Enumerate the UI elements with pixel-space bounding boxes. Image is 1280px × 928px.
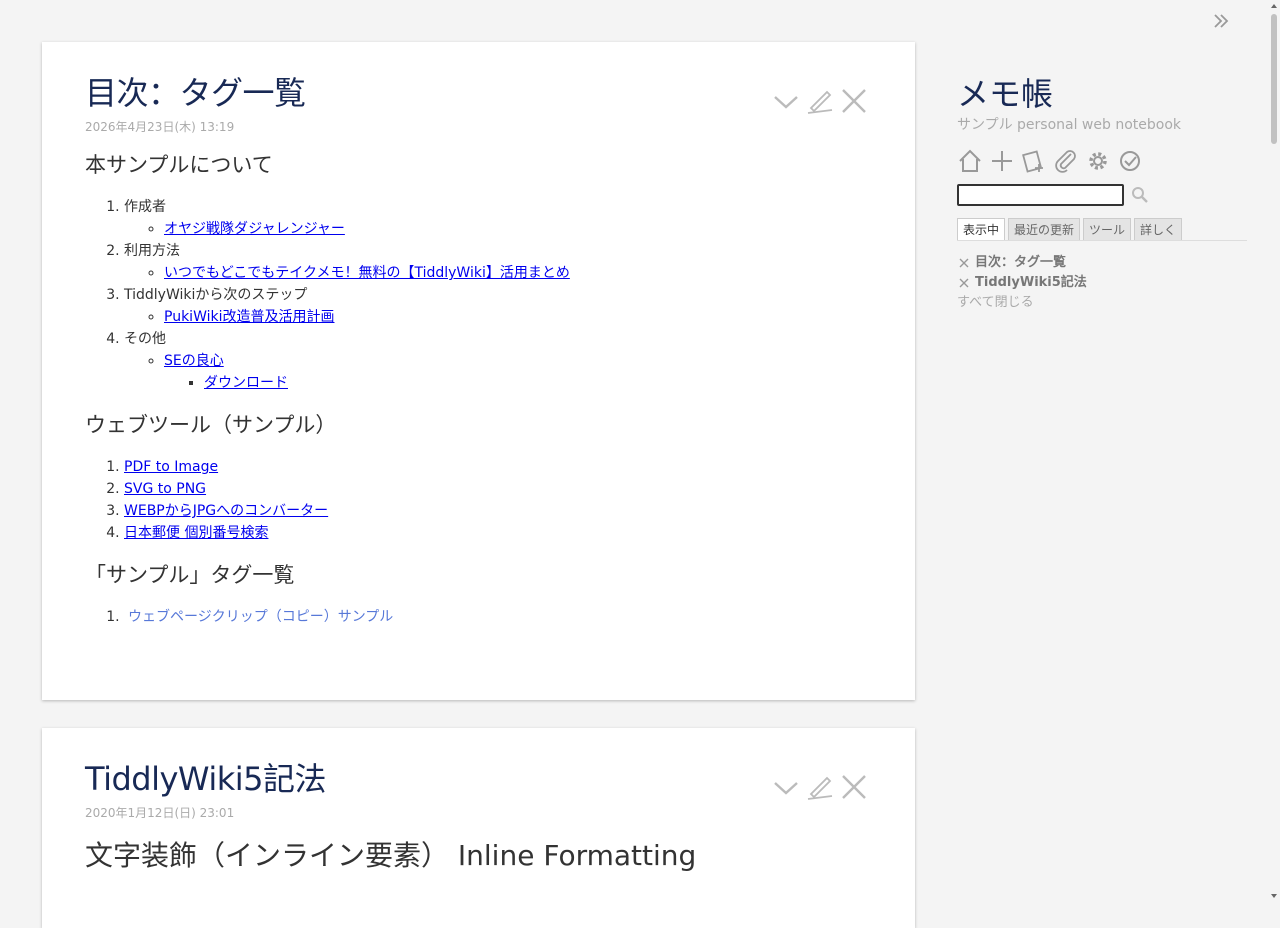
about-list: 作成者 オヤジ戦隊ダジャレンジャー 利用方法 いつでもどこでもテイクメモ！無料の…: [85, 196, 871, 394]
close-icon[interactable]: [957, 256, 971, 270]
tiddler-date: 2020年1月12日(日) 23:01: [85, 806, 235, 820]
hide-sidebar-icon[interactable]: [1210, 10, 1232, 32]
tiddler-date: 2026年4月23日(木) 13:19: [85, 120, 235, 134]
sidebar-tabs: 表示中 最近の更新 ツール 詳しく: [957, 218, 1247, 241]
import-icon[interactable]: [1053, 148, 1079, 174]
scroll-down-arrow-icon[interactable]: [1270, 892, 1278, 900]
link-se-conscience[interactable]: SEの良心: [164, 353, 224, 369]
list-item: その他 SEの良心 ダウンロード: [124, 328, 871, 394]
link-japan-post[interactable]: 日本郵便 個別番号検索: [124, 525, 268, 541]
save-icon[interactable]: [1117, 148, 1143, 174]
list-item: 作成者 オヤジ戦隊ダジャレンジャー: [124, 196, 871, 240]
search-row: [957, 184, 1247, 206]
open-tiddlers-list: 目次：タグ一覧 TiddlyWiki5記法 すべて閉じる: [957, 253, 1247, 313]
open-tiddler-item[interactable]: 目次：タグ一覧: [957, 253, 1247, 273]
tiddler-body: 本サンプルについて 作成者 オヤジ戦隊ダジャレンジャー 利用方法 いつでもどこで…: [85, 150, 871, 628]
tag-list: ウェブページクリップ（コピー）サンプル: [85, 606, 871, 628]
search-icon[interactable]: [1130, 185, 1150, 205]
list-item: 利用方法 いつでもどこでもテイクメモ！無料の【TiddlyWiki】活用まとめ: [124, 240, 871, 284]
tiddler-body: 文字装飾（インライン要素） Inline Formatting: [85, 836, 871, 876]
page-controls: [957, 148, 1247, 174]
close-icon[interactable]: [839, 86, 869, 116]
link-author[interactable]: オヤジ戦隊ダジャレンジャー: [164, 221, 345, 237]
tiddler-title: 目次：タグ一覧: [85, 74, 306, 112]
new-journal-icon[interactable]: [1021, 148, 1047, 174]
open-tiddler-label: 目次：タグ一覧: [975, 255, 1067, 270]
more-chevron-down-icon[interactable]: [771, 772, 801, 802]
section-heading: 文字装飾（インライン要素） Inline Formatting: [85, 839, 697, 872]
site-subtitle: サンプル personal web notebook: [957, 117, 1182, 133]
open-tiddler-item[interactable]: TiddlyWiki5記法: [957, 273, 1247, 293]
edit-pencil-icon[interactable]: [805, 772, 835, 802]
sidebar: メモ帳 サンプル personal web notebook 表示中 最近の更新…: [957, 70, 1247, 313]
list-item: ウェブページクリップ（コピー）サンプル: [124, 606, 871, 628]
link-usage[interactable]: いつでもどこでもテイクメモ！無料の【TiddlyWiki】活用まとめ: [164, 265, 570, 281]
link-download[interactable]: ダウンロード: [204, 375, 288, 391]
tiddler-title: TiddlyWiki5記法: [85, 760, 327, 798]
list-item: WEBPからJPGへのコンバーター: [124, 500, 871, 522]
list-item-label: 利用方法: [124, 243, 180, 259]
list-item-label: その他: [124, 331, 166, 347]
tiddler-controls: [771, 86, 869, 116]
close-icon[interactable]: [957, 276, 971, 290]
list-item: PDF to Image: [124, 456, 871, 478]
close-all-button[interactable]: すべて閉じる: [957, 293, 1247, 313]
tiddler-controls: [771, 772, 869, 802]
link-webclip-sample[interactable]: ウェブページクリップ（コピー）サンプル: [128, 609, 393, 625]
link-pdf-to-image[interactable]: PDF to Image: [124, 459, 218, 475]
search-input[interactable]: [957, 184, 1124, 206]
tiddler-syntax: TiddlyWiki5記法 2020年1月12日(日) 23:01 文字装飾（イ…: [42, 728, 915, 928]
list-item-label: TiddlyWikiから次のステップ: [124, 287, 308, 303]
section-heading: 「サンプル」タグ一覧: [85, 563, 295, 587]
tab-more[interactable]: 詳しく: [1134, 218, 1183, 240]
tab-tools[interactable]: ツール: [1083, 218, 1132, 240]
section-heading: 本サンプルについて: [85, 153, 273, 177]
home-icon[interactable]: [957, 148, 983, 174]
tab-recent[interactable]: 最近の更新: [1008, 218, 1081, 240]
link-webp-to-jpg[interactable]: WEBPからJPGへのコンバーター: [124, 503, 328, 519]
scrollbar[interactable]: [1268, 0, 1280, 904]
tiddler-toc: 目次：タグ一覧 2026年4月23日(木) 13:19 本サンプルについて 作成…: [42, 42, 915, 700]
list-item: SEの良心 ダウンロード: [164, 350, 871, 394]
list-item: いつでもどこでもテイクメモ！無料の【TiddlyWiki】活用まとめ: [164, 262, 871, 284]
link-next-step[interactable]: PukiWiki改造普及活用計画: [164, 309, 335, 325]
list-item: TiddlyWikiから次のステップ PukiWiki改造普及活用計画: [124, 284, 871, 328]
more-chevron-down-icon[interactable]: [771, 86, 801, 116]
open-tiddler-label: TiddlyWiki5記法: [975, 275, 1087, 290]
new-tiddler-icon[interactable]: [989, 148, 1015, 174]
section-heading: ウェブツール（サンプル）: [85, 413, 337, 437]
site-title: メモ帳: [957, 75, 1054, 113]
list-item: オヤジ戦隊ダジャレンジャー: [164, 218, 871, 240]
webtools-list: PDF to Image SVG to PNG WEBPからJPGへのコンバータ…: [85, 456, 871, 544]
list-item: 日本郵便 個別番号検索: [124, 522, 871, 544]
tab-open[interactable]: 表示中: [957, 218, 1006, 240]
list-item: PukiWiki改造普及活用計画: [164, 306, 871, 328]
scroll-up-arrow-icon[interactable]: [1270, 2, 1278, 10]
close-icon[interactable]: [839, 772, 869, 802]
list-item: ダウンロード: [204, 372, 871, 394]
scroll-thumb[interactable]: [1271, 14, 1277, 144]
edit-pencil-icon[interactable]: [805, 86, 835, 116]
link-svg-to-png[interactable]: SVG to PNG: [124, 481, 206, 497]
list-item-label: 作成者: [124, 199, 166, 215]
list-item: SVG to PNG: [124, 478, 871, 500]
control-panel-icon[interactable]: [1085, 148, 1111, 174]
